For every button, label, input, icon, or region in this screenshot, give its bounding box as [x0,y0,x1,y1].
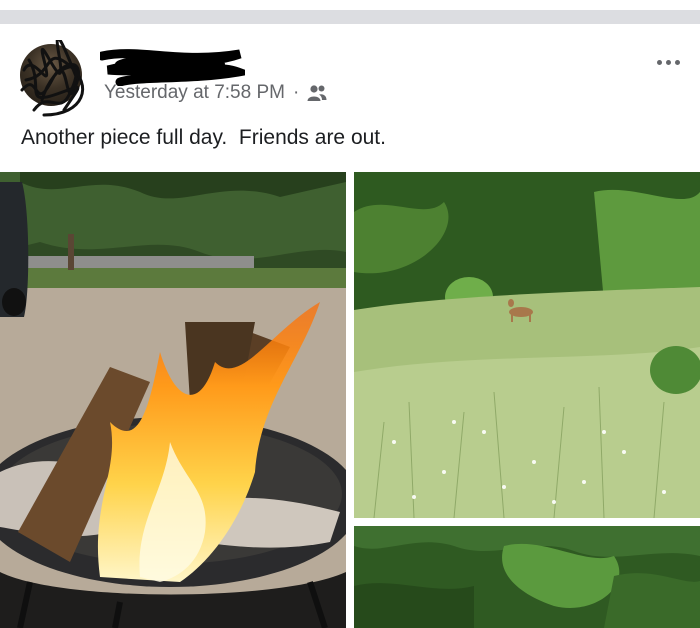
deer-meadow-photo[interactable] [354,172,700,518]
post-timestamp[interactable]: Yesterday at 7:58 PM [104,82,285,104]
more-options-icon[interactable] [657,60,680,65]
friends-icon[interactable] [307,84,327,102]
name-redaction-scribble [100,49,245,86]
meta-separator: · [292,82,300,103]
avatar-scribble [20,40,85,117]
post-meta: Yesterday at 7:58 PM · [104,82,327,104]
campfire-photo[interactable] [0,172,346,628]
tree-line-photo[interactable] [354,526,700,628]
feed-divider [0,10,700,24]
post-text: Another piece full day. Friends are out. [21,126,386,149]
previous-post-edge [0,0,700,10]
avatar[interactable] [20,40,85,117]
